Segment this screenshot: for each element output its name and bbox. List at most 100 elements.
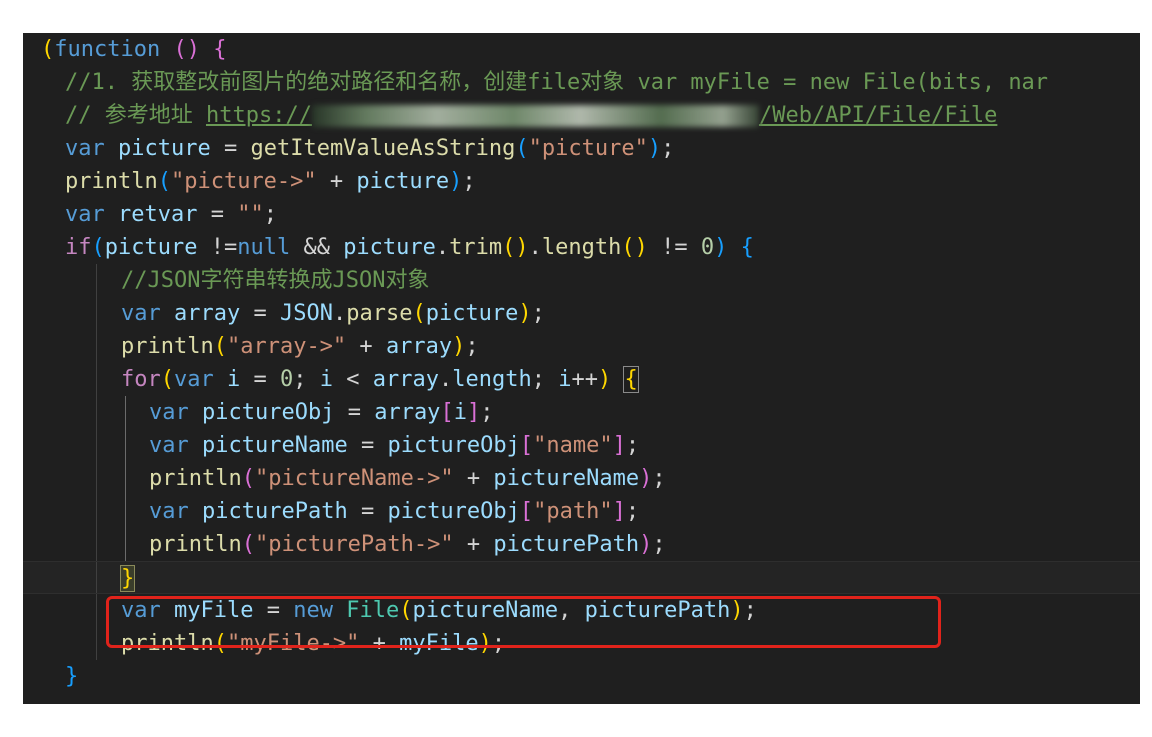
code-token: for (121, 367, 161, 392)
line-code: //JSON字符串转换成JSON对象 (121, 264, 429, 297)
code-token: picturePath (202, 499, 348, 524)
line-code: for(var i = 0; i < array.length; i++) { (121, 363, 639, 396)
code-token: ] (466, 400, 481, 425)
code-token: "name" (533, 433, 613, 458)
code-token: + (453, 532, 494, 557)
code-token: pictureObj (387, 499, 520, 524)
code-token: < (333, 367, 373, 392)
code-token: "picturePath->" (254, 532, 454, 557)
code-token: = (347, 499, 388, 524)
code-token: = (240, 367, 280, 392)
code-token: retvar (118, 202, 198, 227)
code-token: length (452, 367, 532, 392)
code-token: { (623, 366, 639, 393)
indent-guide (125, 462, 126, 495)
code-token: i (319, 367, 333, 392)
code-token: pictureName (202, 433, 348, 458)
code-token: picture (343, 235, 436, 260)
code-token: "path" (533, 499, 613, 524)
indent-guide (96, 627, 97, 660)
code-token: picture (425, 301, 519, 326)
code-token: . (438, 367, 453, 392)
code-token: ) (449, 169, 463, 194)
code-token: //JSON字符串转换成JSON对象 (121, 268, 430, 293)
code-line: println("array->" + array); (23, 330, 1140, 363)
code-line-current: } (23, 561, 1140, 594)
indent-guide (96, 528, 97, 561)
code-token: ; (531, 301, 545, 326)
code-token: "array->" (226, 334, 347, 359)
line-code: (function () { (41, 33, 226, 66)
code-token: ; (263, 202, 277, 227)
indent-guide (96, 594, 97, 627)
code-token: ( (515, 136, 529, 161)
line-code: var pictureObj = array[i]; (149, 396, 493, 429)
code-token: ( (412, 301, 426, 326)
code-token: ++ (571, 367, 598, 392)
line-code: println("array->" + array); (121, 330, 479, 363)
code-token: ( (41, 37, 55, 62)
highlight-box (106, 596, 941, 648)
code-token: ) (639, 466, 653, 491)
indent-guide (125, 429, 126, 462)
code-token: ( (157, 169, 171, 194)
code-token: != (197, 235, 238, 260)
code-line: println("picture->" + picture); (23, 165, 1140, 198)
code-token: ( (241, 532, 255, 557)
line-code: //1. 获取整改前图片的绝对路径和名称，创建file对象 var myFile… (65, 66, 1048, 99)
line-code: var array = JSON.parse(picture); (121, 297, 545, 330)
code-token: 0 (280, 367, 294, 392)
code-token: [ (440, 400, 454, 425)
code-line: (function () { (23, 33, 1140, 66)
line-code: var pictureName = pictureObj["name"]; (149, 429, 639, 462)
code-token: "picture->" (170, 169, 317, 194)
code-line: var picture = getItemValueAsString("pict… (23, 132, 1140, 165)
code-token: ) (518, 301, 532, 326)
line-code: // 参考地址 https:// /Web/API/File/File (65, 99, 997, 132)
code-line: for(var i = 0; i < array.length; i++) { (23, 363, 1140, 396)
code-line: // 参考地址 https:// /Web/API/File/File (23, 99, 1140, 132)
code-token: println (121, 334, 214, 359)
code-token: ] (612, 499, 626, 524)
code-line: println("pictureName->" + pictureName); (23, 462, 1140, 495)
code-token: "picture" (528, 136, 648, 161)
code-token: picture (356, 169, 450, 194)
code-token: . (332, 301, 347, 326)
indent-guide (96, 264, 97, 297)
code-line: var array = JSON.parse(picture); (23, 297, 1140, 330)
code-token: length (541, 235, 622, 260)
code-token: ; (625, 499, 640, 524)
code-token: [ (519, 433, 534, 458)
code-token: () (621, 235, 648, 260)
code-token: = (334, 400, 375, 425)
code-token: pictureName (493, 466, 640, 491)
code-token: ; (462, 169, 476, 194)
code-token: var (149, 400, 189, 425)
code-token: ) (597, 367, 612, 392)
code-token: array (385, 334, 453, 359)
code-token: parse (346, 301, 413, 326)
indent-guide (96, 297, 97, 330)
code-line: var picturePath = pictureObj["path"]; (23, 495, 1140, 528)
code-token: } (65, 664, 79, 689)
code-token: i (453, 400, 467, 425)
code-token: { (213, 37, 227, 62)
code-token: if (65, 235, 92, 260)
code-token: () (173, 37, 200, 62)
code-token: ) (647, 136, 662, 161)
code-token: . (528, 235, 542, 260)
line-code: println("picturePath->" + picturePath); (149, 528, 666, 561)
code-token: ] (612, 433, 626, 458)
code-token: // 参考地址 (65, 103, 206, 128)
indent-guide (96, 330, 97, 363)
code-token: 0 (700, 235, 715, 260)
code-token: println (149, 532, 242, 557)
code-token: . (435, 235, 450, 260)
